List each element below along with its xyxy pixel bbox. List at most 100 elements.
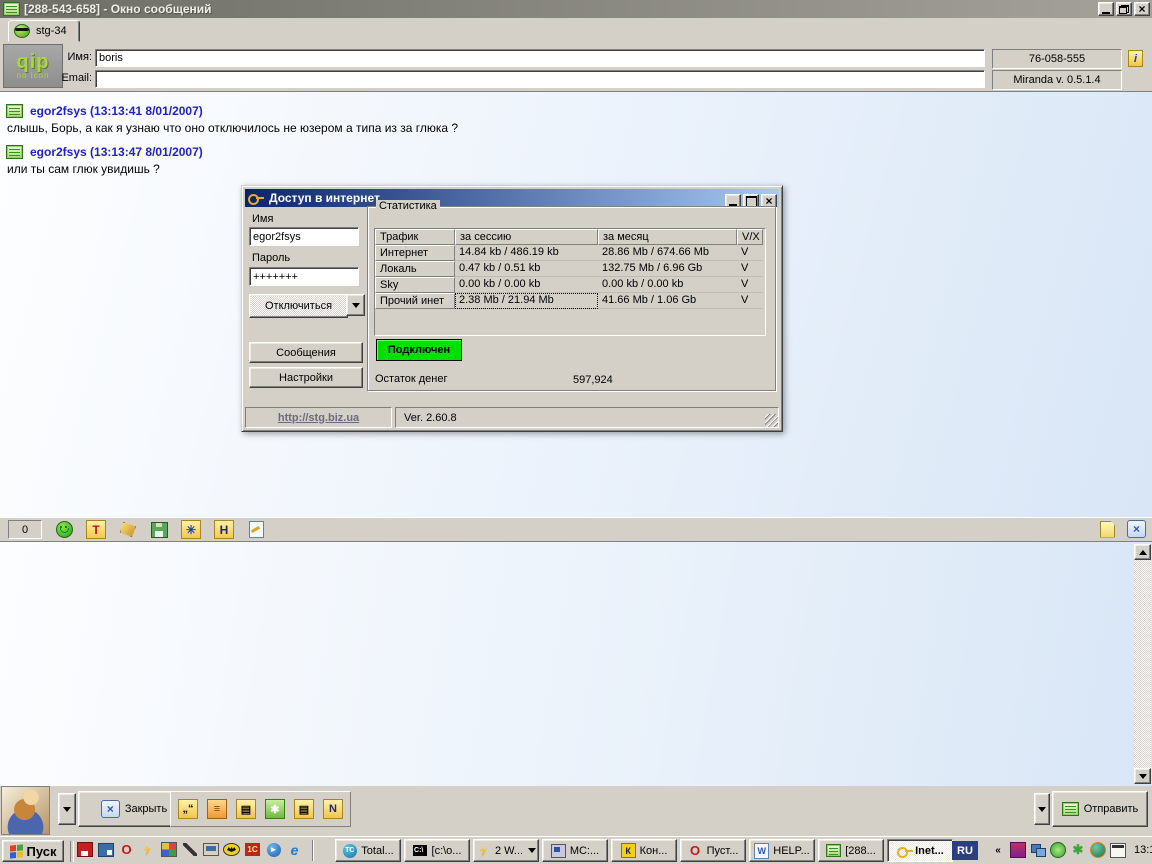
char-counter: 0 xyxy=(8,520,42,539)
restore-button[interactable] xyxy=(1116,2,1132,16)
message-header-row: egor2fsys (13:13:41 8/01/2007) xyxy=(6,104,1146,118)
show-desktop-icon[interactable] xyxy=(97,841,114,858)
remote-pc-icon[interactable] xyxy=(202,841,219,858)
save-quicklaunch-icon[interactable] xyxy=(76,841,93,858)
table-header-row: Трафик за сессию за месяц V/X xyxy=(375,229,765,245)
notes-icon[interactable]: N xyxy=(323,799,343,819)
taskbar-button-word-help[interactable]: W HELP... xyxy=(749,839,815,862)
taskbar-button-message-window[interactable]: [288... xyxy=(818,839,884,862)
dialog-password-field[interactable] xyxy=(249,267,359,286)
tab-stg-34[interactable]: stg-34 xyxy=(8,20,80,42)
winamp-icon[interactable] xyxy=(139,841,156,858)
spyglass-icon[interactable] xyxy=(181,841,198,858)
batman-icon[interactable] xyxy=(223,841,240,858)
calendar-tray-icon[interactable] xyxy=(1110,842,1126,858)
disconnect-dropdown-arrow[interactable] xyxy=(346,294,365,316)
message-header: egor2fsys (13:13:41 8/01/2007) xyxy=(30,104,203,118)
dialog-titlebar[interactable]: Доступ в интернет × xyxy=(245,189,779,207)
window-title: [288-543-658] - Окно сообщений xyxy=(24,2,212,16)
network-tray-icon[interactable] xyxy=(1030,842,1046,858)
clock-tray-icon[interactable] xyxy=(1050,842,1066,858)
incoming-message-icon xyxy=(6,145,23,159)
taskbar-button-total-commander[interactable]: TC Total... xyxy=(335,839,401,862)
compose-input[interactable] xyxy=(0,541,1152,786)
journal-icon[interactable]: ▤ xyxy=(294,799,314,819)
format-lines-icon[interactable]: ≡ xyxy=(207,799,227,819)
dialog-title: Доступ в интернет xyxy=(269,191,380,205)
translit-icon[interactable] xyxy=(247,521,265,538)
taskbar-button-inet-active[interactable]: Inet... xyxy=(887,839,953,862)
icq-flower-icon[interactable]: ✱ xyxy=(1070,842,1086,858)
qip-contact-icon xyxy=(14,24,30,38)
internet-explorer-icon[interactable]: e xyxy=(286,841,303,858)
opera-icon[interactable]: O xyxy=(118,841,135,858)
col-month[interactable]: за месяц xyxy=(598,229,737,245)
taskbar-button-console2[interactable]: К Кон... xyxy=(611,839,677,862)
statistics-legend: Статистика xyxy=(376,200,440,212)
save-icon[interactable] xyxy=(150,521,168,538)
tools-icon[interactable]: ✱ xyxy=(265,799,285,819)
disconnect-button[interactable]: Отключиться xyxy=(249,294,348,318)
computer-icon xyxy=(551,844,566,858)
col-traffic[interactable]: Трафик xyxy=(375,229,455,245)
name-field[interactable] xyxy=(95,49,985,67)
messages-button[interactable]: Сообщения xyxy=(249,342,363,363)
send-button[interactable]: Отправить xyxy=(1052,791,1148,827)
collapse-tray-icon[interactable]: « xyxy=(990,842,1006,858)
language-indicator[interactable]: RU xyxy=(952,841,978,860)
dialog-name-label: Имя xyxy=(252,213,273,225)
globe-sync-icon[interactable] xyxy=(1090,842,1106,858)
font-icon[interactable]: T xyxy=(86,520,106,539)
incoming-message-icon xyxy=(6,104,23,118)
version-panel: Ver. 2.60.8 xyxy=(395,407,779,428)
traffic-table[interactable]: Трафик за сессию за месяц V/X Интернет 1… xyxy=(374,228,766,336)
balance-value: 597,924 xyxy=(573,374,613,386)
console-icon: C:\ xyxy=(413,844,428,858)
focused-cell[interactable]: 2.38 Mb / 21.94 Mb xyxy=(455,293,598,309)
resize-grip[interactable] xyxy=(765,414,778,427)
contact-info-panel: qip no icon Имя: Email: 76-058-555 Miran… xyxy=(0,42,1152,91)
key-icon xyxy=(248,193,264,203)
bottom-button-bar: × Закрыть „“ ≡ ▤ ✱ ▤ N Отправить xyxy=(0,786,1152,836)
user-info-icon[interactable]: i xyxy=(1128,50,1143,67)
scrollbar-track[interactable] xyxy=(1134,560,1151,768)
close-x-icon: × xyxy=(101,800,120,818)
taskbar-button-mc[interactable]: MC:... xyxy=(542,839,608,862)
scroll-down-button[interactable] xyxy=(1134,768,1151,784)
col-vx[interactable]: V/X xyxy=(737,229,763,245)
col-session[interactable]: за сессию xyxy=(455,229,598,245)
message-window-icon xyxy=(3,2,20,16)
winamp-icon xyxy=(476,844,491,858)
colors-app-icon[interactable] xyxy=(160,841,177,858)
minimize-button[interactable] xyxy=(1098,2,1114,16)
dialog-password-label: Пароль xyxy=(252,252,290,264)
quote-icon[interactable]: „“ xyxy=(178,799,198,819)
settings-button[interactable]: Настройки xyxy=(249,367,363,388)
tab-bar: stg-34 xyxy=(0,18,1152,42)
history-icon[interactable]: H xyxy=(214,520,234,539)
close-tab-icon[interactable]: × xyxy=(1127,520,1146,538)
color-icon[interactable] xyxy=(119,521,137,538)
encrypt-icon[interactable]: ✳ xyxy=(181,520,201,539)
template-icon[interactable]: ▤ xyxy=(236,799,256,819)
taskbar-button-console[interactable]: C:\ [c:\o... xyxy=(404,839,470,862)
close-dropdown-button[interactable] xyxy=(58,793,76,825)
1c-icon[interactable]: 1С xyxy=(244,841,261,858)
compose-scrollbar[interactable] xyxy=(1134,544,1151,784)
key-icon xyxy=(896,844,911,858)
scroll-up-button[interactable] xyxy=(1134,544,1151,560)
email-label: Email: xyxy=(52,72,92,84)
taskbar-button-opera[interactable]: O Пуст... xyxy=(680,839,746,862)
emoticon-icon[interactable] xyxy=(55,521,73,538)
email-field[interactable] xyxy=(95,70,985,88)
new-message-icon[interactable] xyxy=(1100,521,1115,538)
taskbar-button-winamp-group[interactable]: 2 W... xyxy=(473,839,539,862)
media-player-icon[interactable]: ► xyxy=(265,841,282,858)
close-button[interactable]: × xyxy=(1134,2,1150,16)
dialog-name-field[interactable] xyxy=(249,227,359,246)
antivirus-tray-icon[interactable] xyxy=(1010,842,1026,858)
statistics-group: Статистика Трафик за сессию за месяц V/X… xyxy=(367,206,776,391)
start-button[interactable]: Пуск xyxy=(2,840,64,862)
send-dropdown-button[interactable] xyxy=(1034,793,1050,825)
website-link[interactable]: http://stg.biz.ua xyxy=(278,412,359,424)
